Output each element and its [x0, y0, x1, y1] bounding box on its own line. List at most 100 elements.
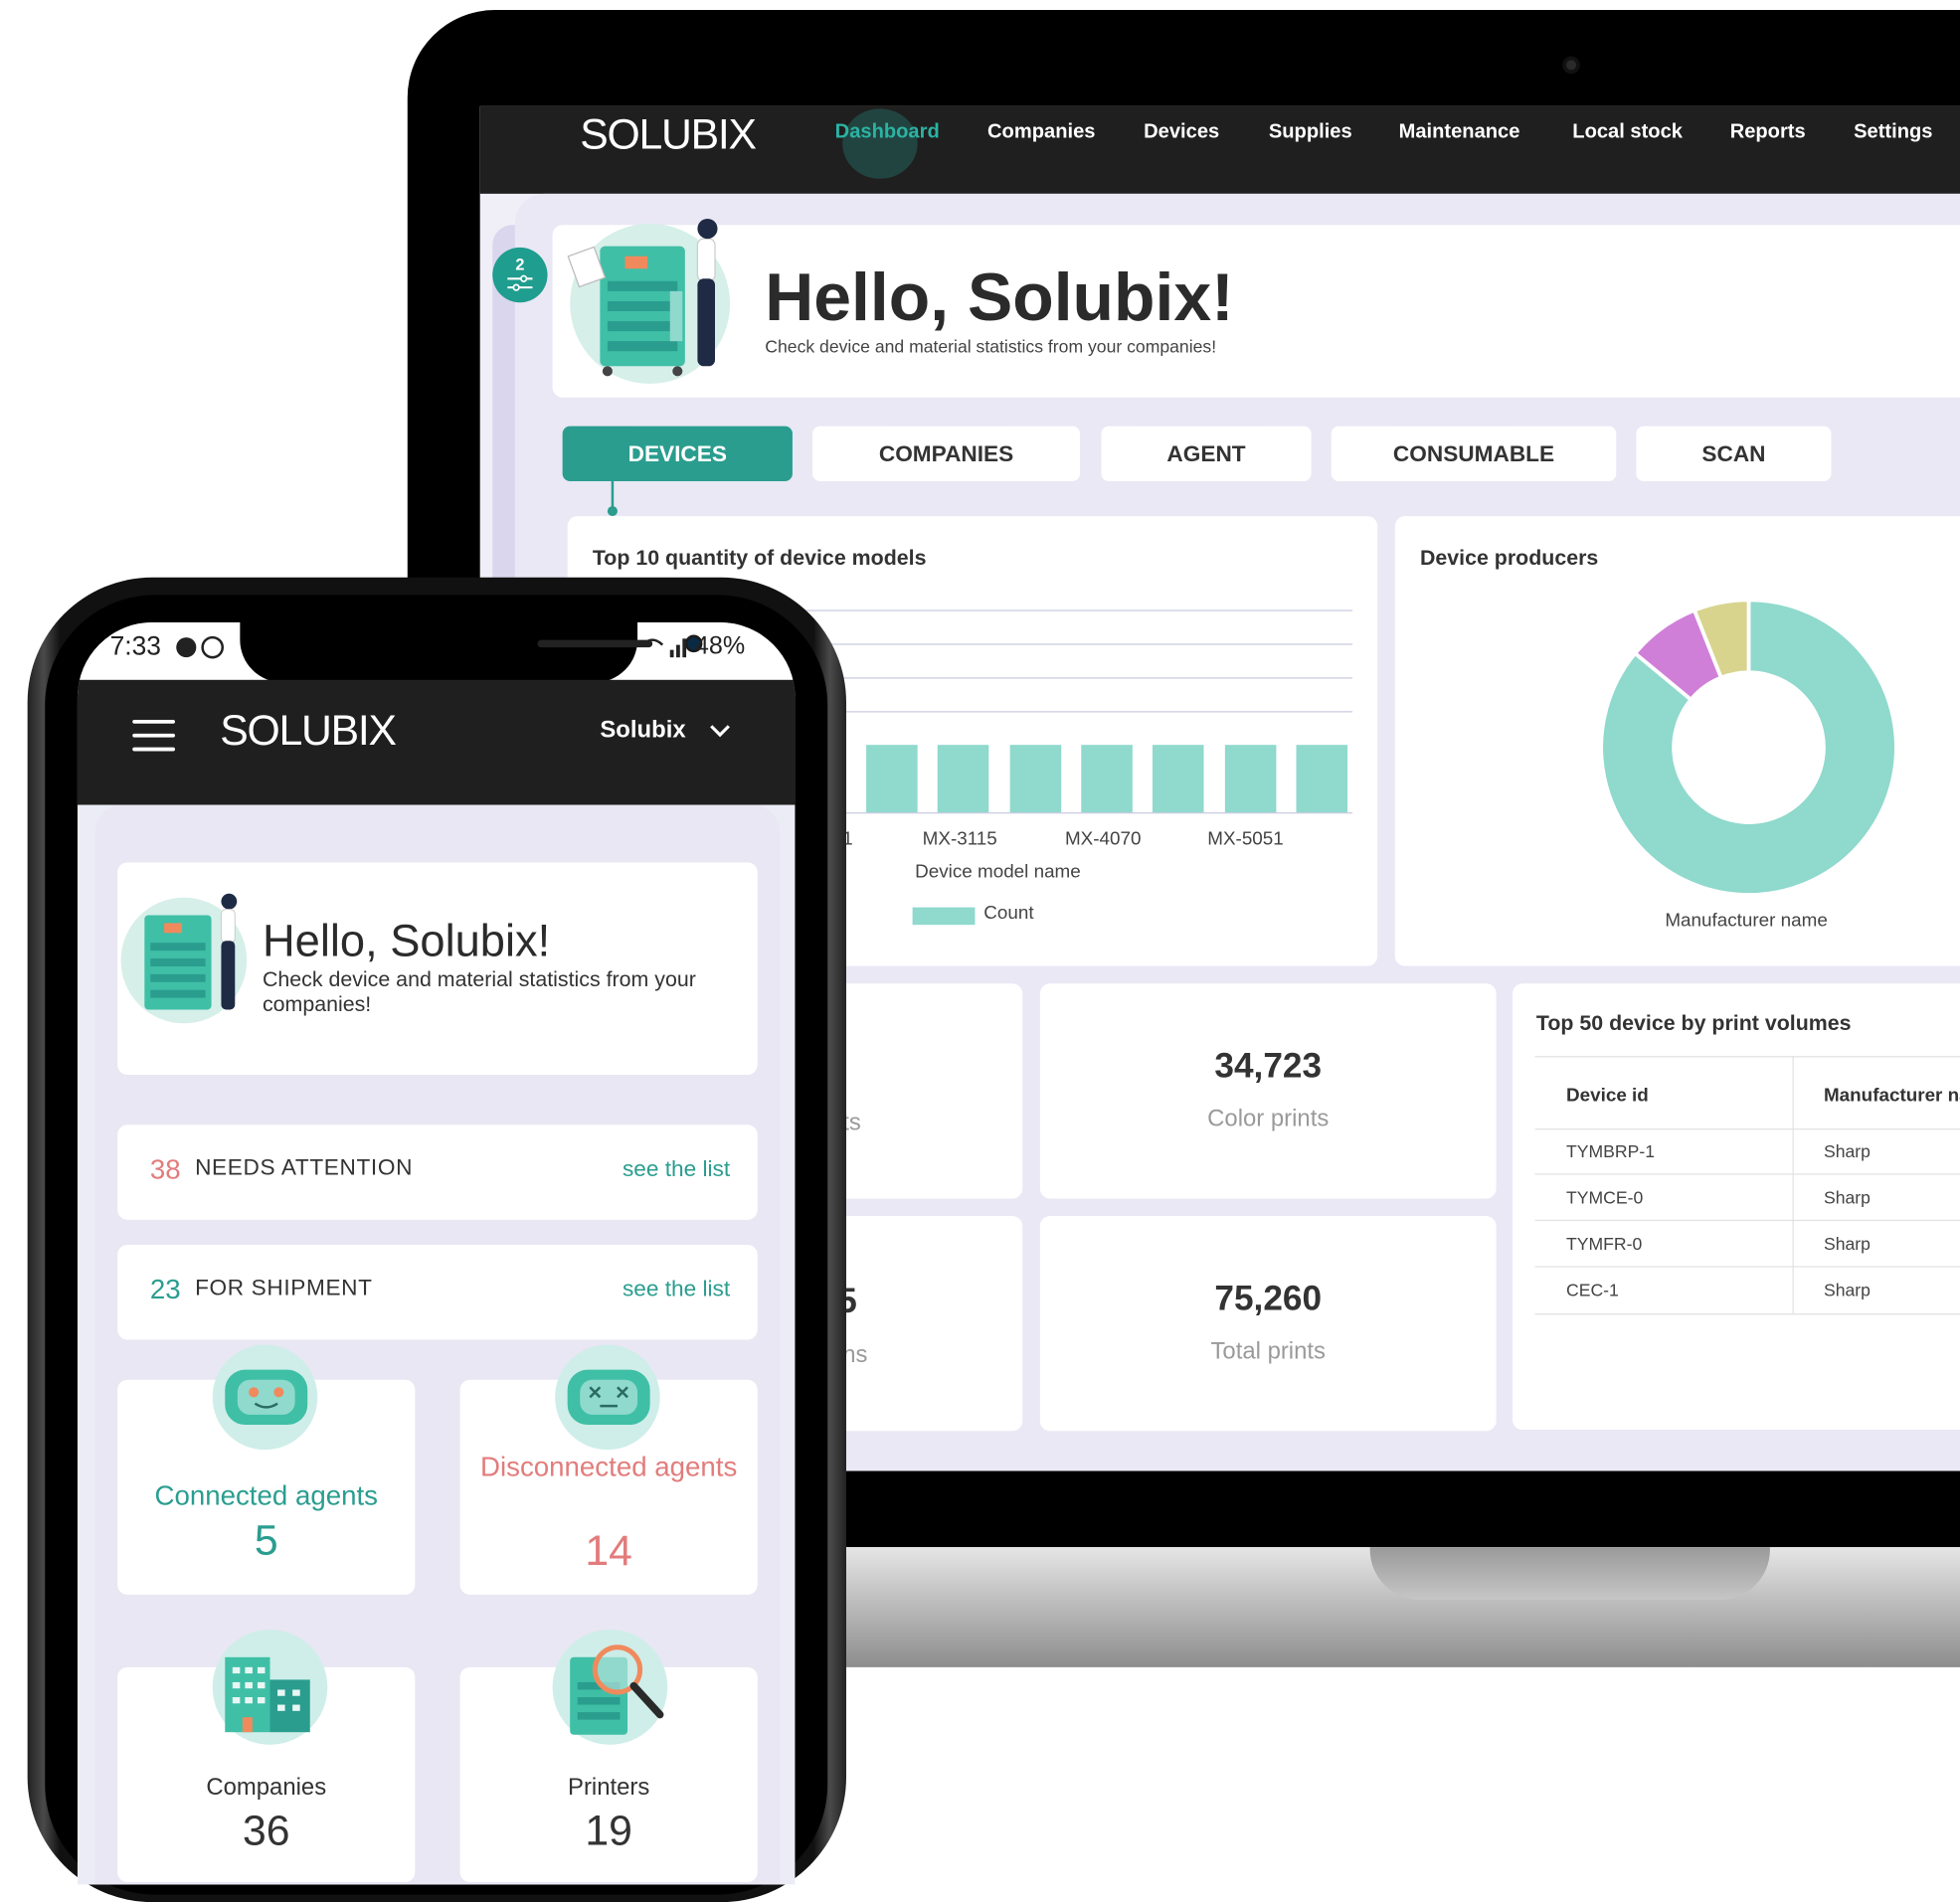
- pie-axis-label: Manufacturer name: [1665, 910, 1828, 932]
- table-cell: CEC-1: [1566, 1280, 1619, 1300]
- solubix-logo[interactable]: SOLUBIX: [220, 707, 397, 756]
- table-divider: [1534, 1056, 1960, 1058]
- x-axis-label: Device model name: [915, 861, 1081, 883]
- happy-robot-icon: [225, 1369, 308, 1425]
- needs-attention-link[interactable]: see the list: [623, 1156, 730, 1182]
- nav-maintenance[interactable]: Maintenance: [1399, 121, 1520, 144]
- companies-value: 36: [242, 1807, 290, 1855]
- table-header-manufacturer[interactable]: Manufacturer na: [1824, 1085, 1960, 1106]
- printer-search-icon: [570, 1644, 664, 1735]
- nav-settings[interactable]: Settings: [1854, 121, 1932, 144]
- bar[interactable]: [938, 745, 989, 813]
- legend-swatch: [912, 907, 976, 926]
- needs-attention-label: NEEDS ATTENTION: [195, 1154, 414, 1180]
- phone-screen: 7:33 48% SOLUBIX Solubix Hello, Solubix!…: [77, 621, 796, 1885]
- nav-local-stock[interactable]: Local stock: [1572, 121, 1683, 144]
- table-column-divider: [1792, 1056, 1794, 1314]
- companies-label: Companies: [206, 1774, 327, 1802]
- bar-chart-title: Top 10 quantity of device models: [592, 546, 927, 571]
- page-subtitle: Check device and material statistics fro…: [765, 336, 1217, 357]
- x-tick-label: MX-4070: [1064, 828, 1142, 850]
- table-cell: TYMBRP-1: [1566, 1140, 1656, 1161]
- disconnected-agents-label: Disconnected agents: [480, 1451, 738, 1482]
- nav-reports[interactable]: Reports: [1730, 121, 1806, 144]
- tab-consumable[interactable]: CONSUMABLE: [1331, 426, 1617, 481]
- table-title: Top 50 device by print volumes: [1535, 1010, 1852, 1035]
- mobile-header: [77, 679, 796, 805]
- tab-devices[interactable]: DEVICES: [562, 426, 793, 481]
- x-tick-label: MX-3115: [922, 828, 997, 850]
- printer-illustration: [120, 893, 248, 1024]
- stat-label-partial: ns: [842, 1342, 868, 1369]
- table-divider: [1534, 1313, 1960, 1315]
- sad-robot-icon: [567, 1369, 650, 1425]
- messenger-whatsapp-icon: [176, 635, 225, 659]
- page-title: Hello, Solubix!: [765, 259, 1234, 335]
- printers-label: Printers: [568, 1774, 650, 1802]
- bar[interactable]: [1009, 745, 1061, 813]
- hamburger-menu-icon[interactable]: [132, 720, 175, 753]
- tab-indicator-dot: [607, 506, 618, 517]
- table-cell: TYMCE-0: [1566, 1187, 1644, 1208]
- needs-attention-count: 38: [149, 1153, 181, 1185]
- chevron-down-icon[interactable]: [707, 723, 732, 741]
- table-divider: [1534, 1266, 1960, 1268]
- nav-companies[interactable]: Companies: [987, 121, 1095, 144]
- battery-level: 48%: [694, 632, 746, 660]
- table-cell: TYMFR-0: [1566, 1233, 1643, 1254]
- connected-agents-value: 5: [254, 1516, 278, 1565]
- company-selector[interactable]: Solubix: [600, 718, 685, 746]
- office-building-icon: [225, 1656, 310, 1733]
- bar[interactable]: [1081, 745, 1133, 813]
- filter-button[interactable]: 2: [492, 247, 548, 303]
- connected-agents-label: Connected agents: [154, 1479, 378, 1511]
- for-shipment-count: 23: [149, 1273, 181, 1305]
- tab-scan[interactable]: SCAN: [1636, 426, 1832, 481]
- top-navigation: SOLUBIX Dashboard Companies Devices Supp…: [479, 105, 1960, 194]
- legend-label: Count: [983, 902, 1034, 924]
- bar[interactable]: [1224, 745, 1276, 813]
- laptop-lid-notch: [1369, 1547, 1770, 1600]
- solubix-logo[interactable]: SOLUBIX: [580, 111, 757, 160]
- nav-supplies[interactable]: Supplies: [1269, 121, 1352, 144]
- filter-count: 2: [515, 255, 525, 274]
- hello-card: [552, 225, 1960, 398]
- total-prints-card: [1039, 1216, 1497, 1432]
- color-prints-value: 34,723: [1214, 1046, 1323, 1086]
- status-time: 7:33: [109, 632, 161, 661]
- disconnected-agents-value: 14: [585, 1527, 632, 1575]
- pie-chart-title: Device producers: [1419, 546, 1599, 571]
- phone-notch: [240, 621, 703, 683]
- laptop-camera: [1562, 56, 1580, 75]
- tab-companies[interactable]: COMPANIES: [812, 426, 1081, 481]
- mobile-page-title: Hello, Solubix!: [262, 915, 551, 966]
- color-prints-card: [1039, 983, 1497, 1199]
- sliders-icon: [507, 274, 533, 291]
- bar[interactable]: [1153, 745, 1204, 813]
- speaker-icon: [537, 639, 653, 648]
- color-prints-label: Color prints: [1207, 1106, 1330, 1132]
- mobile-page-subtitle: Check device and material statistics fro…: [262, 966, 696, 1016]
- bar[interactable]: [1296, 745, 1347, 813]
- for-shipment-link[interactable]: see the list: [623, 1276, 730, 1301]
- for-shipment-label: FOR SHIPMENT: [195, 1275, 373, 1300]
- table-divider: [1534, 1128, 1960, 1130]
- tab-agent[interactable]: AGENT: [1101, 426, 1312, 481]
- table-cell: Sharp: [1823, 1233, 1871, 1254]
- x-tick-label: MX-5051: [1207, 828, 1284, 850]
- bar[interactable]: [866, 745, 918, 813]
- wifi-signal-icon: [641, 638, 687, 658]
- total-prints-value: 75,260: [1214, 1278, 1323, 1317]
- donut-chart: [1599, 598, 1898, 897]
- table-cell: Sharp: [1823, 1140, 1871, 1161]
- total-prints-label: Total prints: [1210, 1338, 1326, 1365]
- table-cell: Sharp: [1823, 1187, 1871, 1208]
- table-divider: [1534, 1219, 1960, 1222]
- printer-illustration: [567, 218, 731, 384]
- printers-value: 19: [585, 1807, 632, 1855]
- nav-devices[interactable]: Devices: [1144, 121, 1219, 144]
- table-divider: [1534, 1173, 1960, 1175]
- table-header-device-id[interactable]: Device id: [1566, 1085, 1649, 1106]
- table-cell: Sharp: [1823, 1280, 1871, 1300]
- nav-dashboard[interactable]: Dashboard: [835, 121, 940, 144]
